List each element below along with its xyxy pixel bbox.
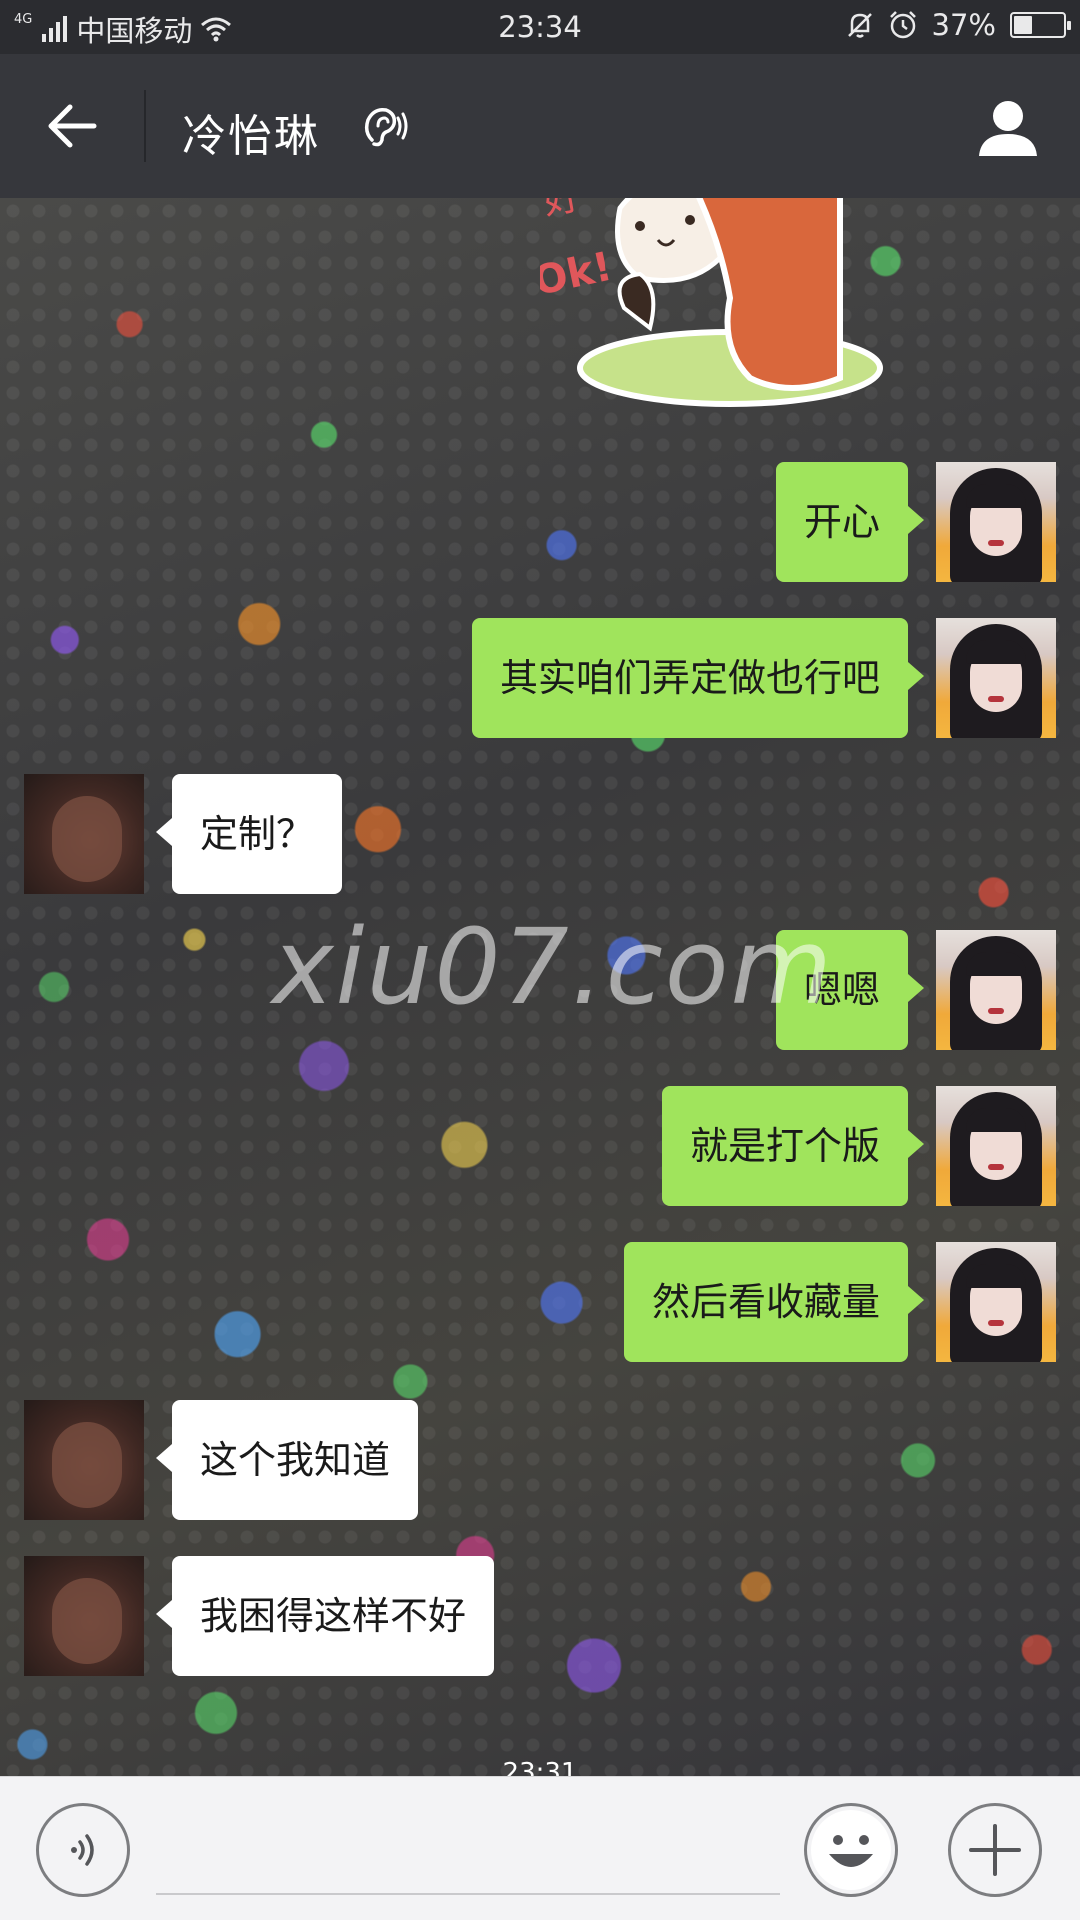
chat-header: 冷怡琳 (0, 54, 1080, 198)
voice-button[interactable] (36, 1803, 130, 1897)
watermark: xiu07.com (272, 906, 834, 1028)
message-bubble[interactable]: 其实咱们弄定做也行吧 (471, 618, 925, 738)
self-avatar[interactable] (936, 930, 1056, 1050)
sticker-caption-bottom: Ok! (540, 244, 616, 305)
contact-avatar[interactable] (24, 1400, 144, 1520)
sticker-image[interactable]: 好 Ok! (540, 198, 900, 408)
message-bubble[interactable]: 然后看收藏量 (623, 1242, 925, 1362)
message-input[interactable] (156, 1817, 780, 1895)
message-bubble[interactable]: 我困得这样不好 (155, 1556, 495, 1676)
contact-avatar[interactable] (24, 774, 144, 894)
alarm-icon (889, 11, 916, 39)
contact-avatar[interactable] (24, 1556, 144, 1676)
plus-icon (969, 1824, 1021, 1876)
add-button[interactable] (948, 1803, 1042, 1897)
ear-icon[interactable] (358, 102, 408, 152)
self-avatar[interactable] (936, 1086, 1056, 1206)
chat-area[interactable]: 好 Ok! 开心 其实咱们弄定做也行吧 定制？ 嗯嗯 就是打个版 然后看收藏量 … (0, 198, 1080, 1776)
battery-percent: 37% (931, 8, 996, 42)
profile-icon (979, 101, 1037, 156)
message-bubble[interactable]: 这个我知道 (155, 1400, 419, 1520)
status-bar: 4G 中国移动 23:34 37% (0, 0, 1080, 54)
back-arrow-icon (48, 104, 97, 148)
self-avatar[interactable] (936, 1242, 1056, 1362)
battery-icon (1010, 12, 1071, 38)
message-bubble[interactable]: 开心 (775, 462, 925, 582)
self-avatar[interactable] (936, 618, 1056, 738)
chat-title: 冷怡琳 (182, 111, 320, 162)
mute-bell-icon (847, 13, 872, 38)
message-timestamp: 23:31 (502, 1758, 578, 1776)
battery-level (1014, 16, 1032, 34)
emoji-icon (811, 1810, 891, 1890)
voice-icon (71, 1834, 94, 1866)
message-bubble[interactable]: 定制？ (155, 774, 343, 894)
input-bar (0, 1776, 1080, 1920)
back-button[interactable] (34, 94, 110, 158)
self-avatar[interactable] (936, 462, 1056, 582)
emoji-button[interactable] (804, 1803, 898, 1897)
sticker-caption-top: 好 (540, 198, 585, 223)
message-bubble[interactable]: 就是打个版 (661, 1086, 925, 1206)
header-divider (144, 90, 146, 162)
profile-button[interactable] (970, 92, 1046, 164)
